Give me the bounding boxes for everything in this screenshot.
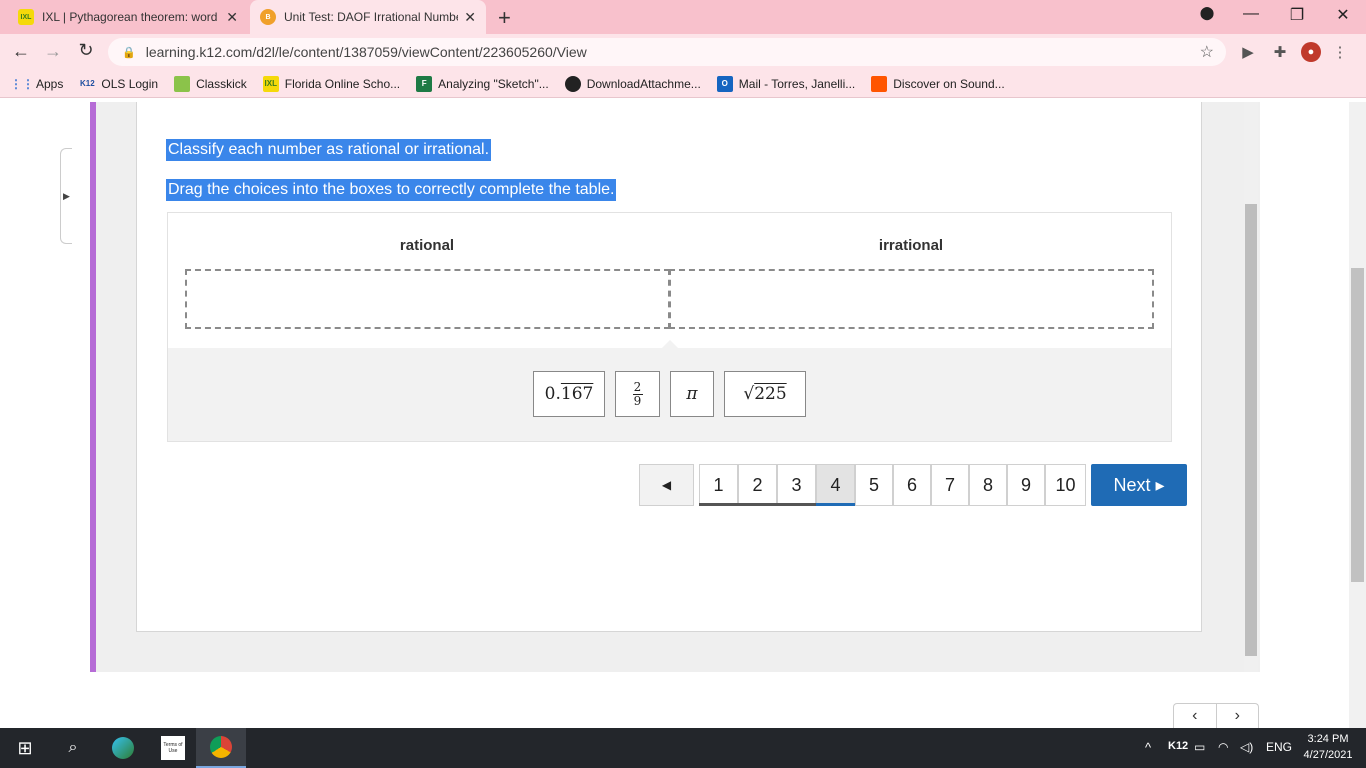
window-close-icon[interactable]: ✕: [1331, 5, 1355, 25]
restore-icon[interactable]: ❐: [1285, 5, 1309, 25]
extensions-puzzle-icon[interactable]: ✚: [1270, 42, 1290, 62]
drop-zone-irrational[interactable]: [669, 269, 1154, 329]
tray-pointer: [661, 340, 679, 349]
brightspace-favicon-icon: B: [260, 9, 276, 25]
chevron-right-icon[interactable]: ›: [1215, 704, 1259, 728]
choice-pi[interactable]: π: [670, 371, 714, 417]
page-9[interactable]: 9: [1007, 464, 1045, 506]
minimize-icon[interactable]: —: [1239, 5, 1263, 23]
classkick-icon: [174, 75, 191, 92]
chevron-up-icon[interactable]: ^: [1145, 740, 1151, 755]
terms-of-use-app-icon[interactable]: Terms of Use: [156, 728, 190, 768]
fraction: 2 9: [632, 379, 643, 408]
apps-grid-icon: ⋮⋮: [10, 76, 34, 91]
edge-browser-icon[interactable]: [106, 728, 140, 768]
outlook-icon: O: [716, 75, 733, 92]
page-3[interactable]: 3: [777, 464, 816, 506]
page-1[interactable]: 1: [699, 464, 738, 506]
language-indicator[interactable]: ENG: [1266, 740, 1292, 754]
forms-icon: F: [416, 75, 433, 92]
back-arrow-icon[interactable]: ←: [10, 41, 32, 62]
page-7[interactable]: 7: [931, 464, 969, 506]
page-8[interactable]: 8: [969, 464, 1007, 506]
bookmark-star-icon[interactable]: ☆: [1200, 42, 1214, 62]
column-header-irrational: irrational: [878, 237, 944, 254]
tab-title: IXL | Pythagorean theorem: word: [42, 10, 218, 24]
page-10[interactable]: 10: [1045, 464, 1086, 506]
clock-date: 4/27/2021: [1303, 749, 1353, 761]
close-icon[interactable]: ✕: [464, 9, 476, 26]
chrome-browser-icon[interactable]: [196, 728, 246, 768]
page-6[interactable]: 6: [893, 464, 931, 506]
instruction-classify: Classify each number as rational or irra…: [166, 139, 492, 161]
lock-icon: 🔒: [122, 46, 136, 59]
bookmarks-bar: ⋮⋮ Apps K12 OLS Login Classkick IXL Florida…: [0, 70, 1366, 98]
battery-icon[interactable]: ▭: [1194, 740, 1205, 754]
page-4-current[interactable]: 4: [816, 464, 855, 506]
previous-button[interactable]: ◀: [639, 464, 694, 506]
profile-avatar-icon[interactable]: ●: [1301, 42, 1321, 62]
tab-title: Unit Test: DAOF Irrational Numbe: [284, 10, 459, 24]
drop-zone-rational[interactable]: [185, 269, 670, 329]
volume-icon[interactable]: ◁): [1240, 740, 1253, 754]
bookmark-classkick[interactable]: Classkick: [174, 75, 247, 92]
ixl-icon: IXL: [262, 75, 279, 92]
tab-unit-test[interactable]: B Unit Test: DAOF Irrational Numbe ✕: [250, 0, 486, 34]
bookmark-soundcloud[interactable]: Discover on Sound...: [871, 75, 1005, 92]
chevron-right-icon: ▶: [63, 190, 70, 201]
bookmark-florida-online[interactable]: IXL Florida Online Scho...: [262, 75, 400, 92]
next-button[interactable]: Next ▸: [1091, 464, 1187, 506]
tab-ixl[interactable]: IXL IXL | Pythagorean theorem: word ✕: [8, 0, 248, 34]
wifi-icon[interactable]: ◠: [1218, 740, 1228, 754]
search-icon[interactable]: ⌕: [56, 728, 90, 768]
taskbar-clock[interactable]: 3:24 PM 4/27/2021: [1296, 731, 1360, 763]
chevron-left-icon[interactable]: ‹: [1174, 704, 1216, 728]
bottom-navigation: ‹ ›: [1173, 703, 1259, 728]
windows-start-icon[interactable]: ⊞: [8, 728, 42, 768]
bookmark-apps[interactable]: ⋮⋮ Apps: [10, 76, 63, 92]
current-page-indicator: [816, 503, 855, 506]
bookmark-ols-login[interactable]: K12 OLS Login: [79, 76, 158, 92]
choice-fraction[interactable]: 2 9: [615, 371, 660, 417]
instruction-drag: Drag the choices into the boxes to corre…: [166, 179, 617, 201]
page-5[interactable]: 5: [855, 464, 893, 506]
k12-icon: K12: [80, 79, 95, 88]
bookmark-analyzing-sketch[interactable]: F Analyzing "Sketch"...: [416, 75, 549, 92]
inner-scrollbar-thumb[interactable]: [1245, 204, 1257, 656]
close-icon[interactable]: ✕: [226, 9, 238, 26]
address-bar[interactable]: 🔒 learning.k12.com/d2l/le/content/138705…: [108, 38, 1226, 66]
choice-square-root[interactable]: √ 225: [724, 371, 806, 417]
url-text: learning.k12.com/d2l/le/content/1387059/…: [145, 44, 587, 60]
soundcloud-icon: [871, 75, 888, 92]
reload-icon[interactable]: ↻: [75, 40, 97, 61]
clock-time: 3:24 PM: [1307, 733, 1349, 745]
bookmark-mail[interactable]: O Mail - Torres, Janelli...: [716, 75, 855, 92]
tab-search-icon[interactable]: ⬤: [1195, 5, 1219, 21]
k12-tray-icon[interactable]: K12: [1168, 740, 1188, 752]
forward-arrow-icon[interactable]: →: [42, 41, 64, 62]
bookmark-download-attachment[interactable]: DownloadAttachme...: [564, 75, 701, 92]
new-tab-plus-icon[interactable]: +: [498, 5, 511, 31]
page-scrollbar-thumb[interactable]: [1351, 268, 1364, 582]
cast-icon[interactable]: ▶: [1238, 42, 1258, 62]
page-2[interactable]: 2: [738, 464, 777, 506]
column-header-rational: rational: [399, 237, 455, 254]
menu-kebab-icon[interactable]: ⋮: [1330, 42, 1350, 62]
choice-repeating-decimal[interactable]: 0. 167: [533, 371, 605, 417]
globe-icon: [564, 75, 581, 92]
sidebar-expand-handle[interactable]: ▶: [60, 148, 72, 244]
ixl-favicon-icon: IXL: [18, 9, 34, 25]
